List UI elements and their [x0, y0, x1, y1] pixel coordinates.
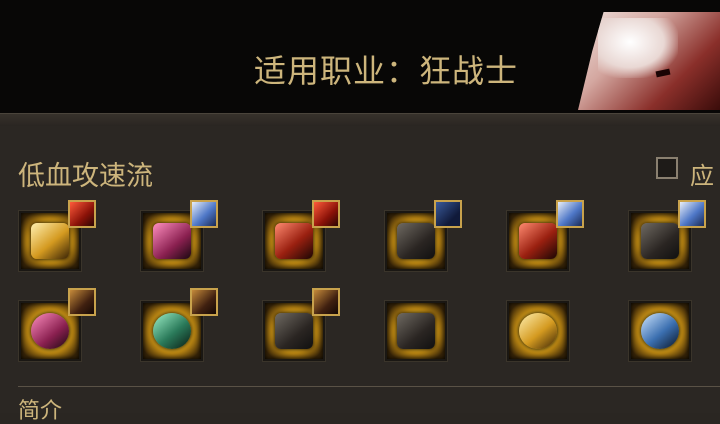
apply-checkbox[interactable]: [656, 157, 678, 179]
ring-icon: [275, 313, 313, 349]
equipment-slot-earring[interactable]: [628, 300, 692, 362]
next-section-title: 简介: [18, 399, 63, 424]
apply-checkbox-label[interactable]: 应: [690, 156, 714, 191]
header-bar: 适用职业：狂战士: [0, 0, 720, 113]
section-divider: [18, 386, 720, 387]
dark-emblem-icon[interactable]: [312, 288, 340, 316]
bracelet-icon: [31, 313, 69, 349]
chest-armor-icon: [275, 223, 313, 259]
berserker-portrait-icon: [578, 12, 720, 110]
blue-crystal-icon[interactable]: [556, 200, 584, 228]
dark-emblem-icon[interactable]: [68, 288, 96, 316]
earring-icon: [641, 313, 679, 349]
shoulder-armor-icon: [153, 223, 191, 259]
necklace-icon: [153, 313, 191, 349]
boots-armor-icon: [641, 223, 679, 259]
bell-icon: [397, 313, 435, 349]
red-emblem-icon[interactable]: [68, 200, 96, 228]
header-title: 适用职业：狂战士: [254, 52, 519, 90]
blue-crystal-icon[interactable]: [190, 200, 218, 228]
navy-emblem-icon[interactable]: [434, 200, 462, 228]
pants-armor-icon: [397, 223, 435, 259]
equipment-slot-bell[interactable]: [384, 300, 448, 362]
dark-emblem-icon[interactable]: [190, 288, 218, 316]
equipment-slot-watch[interactable]: [506, 300, 570, 362]
build-title: 低血攻速流: [18, 161, 153, 192]
blue-crystal-icon[interactable]: [678, 200, 706, 228]
belt-armor-icon: [519, 223, 557, 259]
pocket-watch-icon: [519, 313, 557, 349]
red-emblem-icon[interactable]: [312, 200, 340, 228]
header-divider: [0, 113, 720, 126]
weapon-greatsword-icon: [31, 223, 69, 259]
